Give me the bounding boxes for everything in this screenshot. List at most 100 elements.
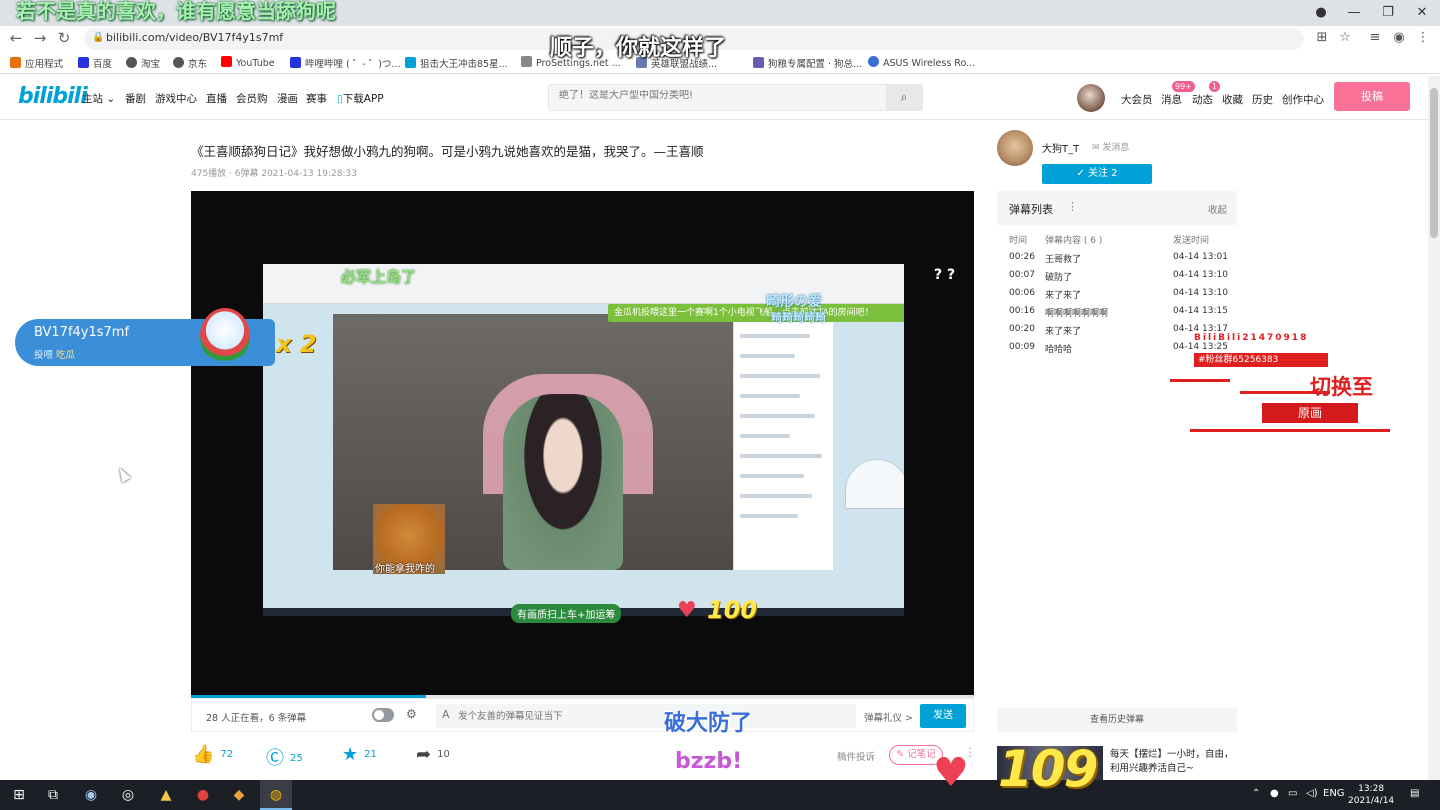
reload-icon[interactable]: ↻ <box>54 29 74 47</box>
danmaku-settings-icon[interactable]: ⚙ <box>406 707 417 721</box>
inner-text-blue-2: 畸畸畸畸畸 <box>771 311 826 324</box>
danmaku-etiquette-link[interactable]: 弹幕礼仪 > <box>864 710 913 724</box>
table-row[interactable]: 00:06 来了来了 04-14 13:10 <box>997 285 1237 303</box>
upload-button[interactable]: 投稿 <box>1334 82 1410 111</box>
nav-esports[interactable]: 赛事 <box>306 91 327 106</box>
uploader-name[interactable]: 大狗T_T <box>1042 140 1079 155</box>
profile-icon[interactable]: ◉ <box>1390 30 1408 45</box>
system-clock[interactable]: 13:28 2021/4/14 <box>1348 783 1394 807</box>
nav-shop[interactable]: 会员购 <box>236 91 268 106</box>
netease-music-icon[interactable]: ● <box>192 785 214 805</box>
message-badge: 99+ <box>1172 81 1195 92</box>
minimize-button[interactable]: — <box>1337 2 1371 24</box>
uploader-avatar[interactable] <box>997 130 1033 166</box>
close-button[interactable]: ✕ <box>1405 2 1439 24</box>
dynamic-badge: 1 <box>1209 81 1221 92</box>
bookmark-config[interactable]: 狗粮专属配置 · 狗总... <box>753 56 862 70</box>
video-player[interactable]: 你能拿我咋的 金瓜机投喂这里一个赛啊1个小电视飞船，点击前往TA的房间吧！ 必军… <box>191 191 974 697</box>
nav-main[interactable]: 主站 ⌄ <box>82 91 115 106</box>
maximize-button[interactable]: ❐ <box>1371 2 1405 24</box>
bookmark-baidu[interactable]: 百度 <box>78 56 112 70</box>
mouse-cursor-icon <box>115 465 131 483</box>
nav-anime[interactable]: 番剧 <box>125 91 146 106</box>
bookmark-sniper[interactable]: 狙击大王冲击85星... <box>405 56 508 70</box>
danmaku-input[interactable] <box>436 704 856 728</box>
site-header: bilibili 主站 ⌄ 番剧 游戏中心 直播 会员购 漫画 赛事 ▯下载AP… <box>0 76 1440 120</box>
report-link[interactable]: 稿件投诉 <box>837 749 875 763</box>
bookmark-asus[interactable]: ASUS Wireless Ro... <box>868 56 975 69</box>
chrome-taskbar-button[interactable]: ◍ <box>260 780 292 810</box>
note-icon: ✎ <box>896 749 908 760</box>
forward-icon[interactable]: → <box>30 29 50 47</box>
menu-dots-icon[interactable]: ⋮ <box>1414 30 1432 45</box>
bookmark-youtube[interactable]: YouTube <box>221 56 275 69</box>
apps-icon <box>10 57 21 68</box>
share-button[interactable]: ➦ 10 <box>416 744 450 765</box>
igloo-decoration <box>845 459 904 509</box>
translate-icon[interactable]: ⊞ <box>1313 30 1331 45</box>
steam-icon[interactable]: ◉ <box>80 785 102 805</box>
big-heart-icon: ♥ <box>933 750 969 796</box>
bilibili-logo[interactable]: bilibili <box>18 84 88 109</box>
recommend-title[interactable]: 每天【摆烂】一小时，自由，利用兴趣养活自己~ <box>1110 748 1240 776</box>
danmaku-toggle[interactable] <box>372 708 394 722</box>
mic-icon[interactable]: ● <box>1270 788 1279 799</box>
search-icon[interactable]: ⌕ <box>886 85 922 110</box>
send-message-link[interactable]: ✉ 发消息 <box>1092 140 1129 153</box>
history-danmaku-button[interactable]: 查看历史弹幕 <box>997 708 1237 732</box>
danmaku-list-menu-icon[interactable]: ⋮ <box>1067 200 1078 213</box>
bookmark-taobao[interactable]: 淘宝 <box>126 56 160 70</box>
collapse-button[interactable]: 收起 <box>1208 202 1227 216</box>
tray-expand-icon[interactable]: ⌃ <box>1252 788 1260 799</box>
task-view-icon[interactable]: ⧉ <box>42 785 64 805</box>
league-icon[interactable]: ▲ <box>155 785 177 805</box>
nav-vip[interactable]: 大会员 <box>1121 92 1153 107</box>
send-button[interactable]: 发送 <box>920 704 966 728</box>
nav-manga[interactable]: 漫画 <box>277 91 298 106</box>
gift-user: BV17f4y1s7mf <box>34 325 130 340</box>
page-scrollbar[interactable] <box>1428 76 1440 780</box>
nav-favorites[interactable]: 收藏 <box>1222 92 1243 107</box>
like-button[interactable]: 👍 72 <box>192 744 233 765</box>
bookmark-bilibili[interactable]: 哔哩哔哩 ( ゜- ゜)つ... <box>290 56 400 70</box>
paw-icon <box>290 57 301 68</box>
table-row[interactable]: 00:26 王哥救了 04-14 13:01 <box>997 249 1237 267</box>
playlist-icon[interactable]: ≡ <box>1366 30 1384 45</box>
lock-icon: 🔒 <box>92 32 105 43</box>
language-indicator[interactable]: ENG <box>1323 788 1345 799</box>
follow-button[interactable]: ✓ 关注 2 <box>1042 164 1152 184</box>
table-row[interactable]: 00:07 破防了 04-14 13:10 <box>997 267 1237 285</box>
youtube-icon <box>221 56 232 67</box>
volume-icon[interactable]: ◁) <box>1306 788 1318 799</box>
search-box[interactable]: ⌕ <box>548 84 923 111</box>
notification-icon[interactable]: ▤ <box>1410 788 1419 799</box>
table-row[interactable]: 00:16 啊啊啊啊啊啊啊 04-14 13:15 <box>997 303 1237 321</box>
star-icon[interactable]: ☆ <box>1336 30 1354 45</box>
scrollbar-thumb[interactable] <box>1430 88 1438 238</box>
bookmark-jd[interactable]: 京东 <box>173 56 207 70</box>
nav-game[interactable]: 游戏中心 <box>155 91 197 106</box>
search-input[interactable] <box>559 90 879 101</box>
back-icon[interactable]: ← <box>6 29 26 47</box>
font-style-icon[interactable]: A <box>442 708 450 721</box>
col-time[interactable]: 时间 <box>1009 233 1027 246</box>
user-avatar[interactable] <box>1077 84 1105 112</box>
bookmark-apps[interactable]: 应用程式 <box>10 56 63 70</box>
obs-icon[interactable]: ◎ <box>117 785 139 805</box>
router-icon <box>868 56 879 67</box>
coin-button[interactable]: Ⓒ 25 <box>266 744 303 770</box>
col-content[interactable]: 弹幕内容 ( 6 ) <box>1045 233 1102 246</box>
favorite-button[interactable]: ★ 21 <box>342 744 377 765</box>
windows-start-icon[interactable]: ⊞ <box>8 785 30 805</box>
network-icon[interactable]: ▭ <box>1288 788 1297 799</box>
nav-messages[interactable]: 消息 <box>1161 92 1182 107</box>
nav-live[interactable]: 直播 <box>206 91 227 106</box>
nav-dynamic[interactable]: 动态 <box>1192 92 1213 107</box>
nav-download-app[interactable]: ▯下载APP <box>337 91 384 106</box>
col-sent[interactable]: 发送时间 <box>1173 233 1209 246</box>
nav-creator-center[interactable]: 创作中心 <box>1282 92 1324 107</box>
danmaku-bar: 28 人正在看，6 条弹幕 ⚙ A 弹幕礼仪 > 发送 <box>191 698 974 732</box>
nav-history[interactable]: 历史 <box>1252 92 1273 107</box>
cat-app-icon[interactable]: ◆ <box>228 785 250 805</box>
account-circle-icon[interactable]: ● <box>1304 2 1338 24</box>
